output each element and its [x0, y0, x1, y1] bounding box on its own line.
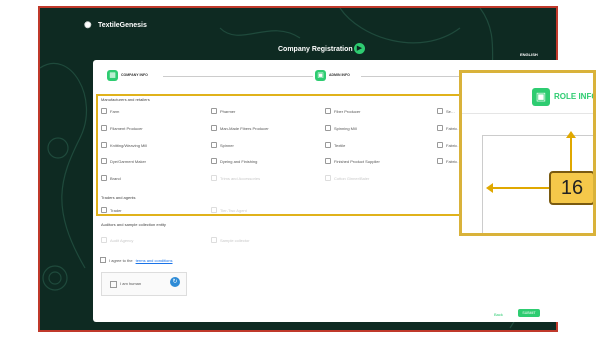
role-checkbox[interactable]: Trader [101, 207, 122, 213]
arrow-line [492, 187, 549, 189]
arrow-up-icon [566, 131, 576, 138]
recaptcha-icon: ↻ [170, 277, 180, 287]
terms-row: I agree to the terms and conditions [100, 257, 173, 263]
company-info-icon: ▦ [107, 70, 118, 81]
role-checkbox[interactable]: Fabric… [437, 158, 461, 164]
role-info-icon: ▣ [532, 88, 550, 106]
role-checkbox[interactable]: Dyeing and Finishing [211, 158, 257, 164]
role-checkbox[interactable]: Sample collector [211, 237, 250, 243]
role-checkbox[interactable]: Spinner [211, 142, 234, 148]
arrow-line [570, 135, 572, 171]
role-checkbox[interactable]: Farm [101, 108, 119, 114]
arrow-left-icon [486, 183, 493, 193]
section-traders-title: Traders and agents [101, 195, 136, 200]
language-selector[interactable]: ENGLISH [520, 52, 538, 57]
terms-text: I agree to the [109, 257, 133, 263]
brand-name: TextileGenesis [98, 21, 147, 29]
role-checkbox[interactable]: Pharmer [211, 108, 235, 114]
role-checkbox[interactable]: Filament Producer [101, 125, 143, 131]
role-checkbox[interactable]: Audit Agency [101, 237, 133, 243]
submit-button[interactable]: SUBMIT [518, 309, 540, 317]
role-checkbox[interactable]: Cotton Ginner/Baler [325, 175, 369, 181]
role-checkbox[interactable]: Man-Made Fibers Producer [211, 125, 269, 131]
logo-icon: ✺ [84, 20, 92, 30]
captcha-checkbox[interactable] [110, 281, 117, 288]
page-title: Company Registration [278, 46, 353, 53]
back-button[interactable]: Back [494, 312, 503, 317]
section-manufacturers-title: Manufacturers and retailers [101, 97, 150, 102]
section-auditors-title: Auditors and sample collection entity [101, 222, 166, 227]
zoom-callout: ▣ ROLE INFO 16 [459, 70, 596, 236]
terms-link[interactable]: terms and conditions [136, 258, 173, 263]
step-admin-info: ADMIN INFO [329, 73, 350, 77]
admin-info-icon: ▣ [315, 70, 326, 81]
step-divider [163, 76, 313, 77]
role-checkbox[interactable]: Fabric… [437, 125, 461, 131]
role-checkbox[interactable]: Dye/Garment Maker [101, 158, 146, 164]
role-checkbox[interactable]: Textile [325, 142, 345, 148]
role-checkbox[interactable]: Fabric… [437, 142, 461, 148]
step-number-badge: 16 [549, 171, 593, 205]
role-info-label: ROLE INFO [554, 92, 596, 101]
role-checkbox[interactable]: Knitting/Weaving Mill [101, 142, 147, 148]
step-company-info: COMPANY INFO [121, 73, 148, 77]
role-checkbox[interactable]: Finished Product Supplier [325, 158, 380, 164]
brand-logo[interactable]: ✺ TextileGenesis [84, 20, 147, 30]
highlight-box [96, 94, 481, 216]
zoom-step-bar: ▣ ROLE INFO [462, 73, 596, 114]
role-checkbox[interactable]: Trims and Accessories [211, 175, 260, 181]
role-checkbox[interactable]: Se… [437, 108, 455, 114]
role-checkbox[interactable]: Tier-Two Agent [211, 207, 247, 213]
captcha-label: I am human [120, 281, 142, 286]
role-checkbox[interactable]: Brand [101, 175, 121, 181]
role-checkbox[interactable]: Spinning Mill [325, 125, 357, 131]
captcha-widget[interactable]: I am human ↻ [101, 272, 187, 296]
role-checkbox[interactable]: Fiber Producer [325, 108, 360, 114]
terms-checkbox[interactable] [100, 257, 106, 263]
play-icon: ▶ [354, 43, 365, 54]
